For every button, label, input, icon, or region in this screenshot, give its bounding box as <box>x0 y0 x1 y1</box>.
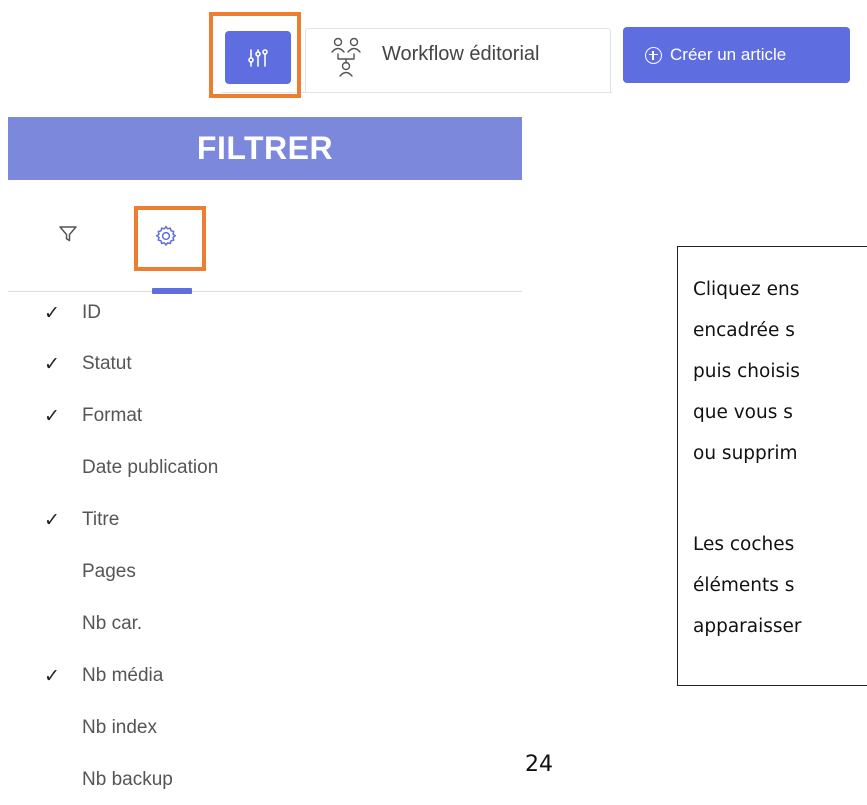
column-option-nb-backup[interactable]: Nb backup <box>44 756 504 804</box>
column-option-label: Nb média <box>82 665 164 686</box>
column-option-nb-index[interactable]: Nb index <box>44 704 504 752</box>
column-option-nb-car[interactable]: Nb car. <box>44 600 504 648</box>
column-option-label: Nb index <box>82 717 157 738</box>
highlight-frame-settings <box>134 206 206 271</box>
funnel-icon <box>59 226 77 242</box>
workflow-icon <box>331 37 361 77</box>
column-option-label: Nb car. <box>82 613 143 634</box>
plus-circle-icon <box>645 46 662 64</box>
column-option-statut[interactable]: ✓ Statut <box>44 340 504 388</box>
column-option-nb-media[interactable]: ✓ Nb média <box>44 652 504 700</box>
highlight-frame-toolbar <box>209 12 301 98</box>
check-icon: ✓ <box>44 509 60 531</box>
column-option-titre[interactable]: ✓ Titre <box>44 496 504 544</box>
page-number: 24 <box>525 752 553 777</box>
check-icon: ✓ <box>44 353 60 375</box>
column-option-label: Pages <box>82 561 136 582</box>
callout-paragraph-2: Les coches éléments s apparaisser <box>693 534 802 637</box>
column-option-label: ID <box>82 302 101 323</box>
check-icon: ✓ <box>44 665 60 687</box>
workflow-tab-label[interactable]: Workflow éditorial <box>382 43 539 66</box>
column-option-label: Statut <box>82 353 132 374</box>
create-article-button[interactable]: Créer un article <box>623 27 850 83</box>
column-option-label: Format <box>82 405 143 426</box>
column-option-label: Titre <box>82 509 120 530</box>
column-option-date-publication[interactable]: Date publication <box>44 444 504 492</box>
instruction-callout: Cliquez ens encadrée s puis choisis que … <box>677 246 867 686</box>
callout-paragraph-1: Cliquez ens encadrée s puis choisis que … <box>693 279 800 464</box>
column-option-id[interactable]: ✓ ID <box>44 289 504 337</box>
column-option-label: Nb backup <box>82 769 173 790</box>
filter-panel-title: FILTRER <box>8 117 522 180</box>
create-article-label: Créer un article <box>670 45 787 64</box>
column-option-pages[interactable]: Pages <box>44 548 504 596</box>
column-option-label: Date publication <box>82 457 219 478</box>
check-icon: ✓ <box>44 302 60 324</box>
check-icon: ✓ <box>44 405 60 427</box>
tab-filters[interactable] <box>58 224 78 249</box>
column-option-format[interactable]: ✓ Format <box>44 392 504 440</box>
